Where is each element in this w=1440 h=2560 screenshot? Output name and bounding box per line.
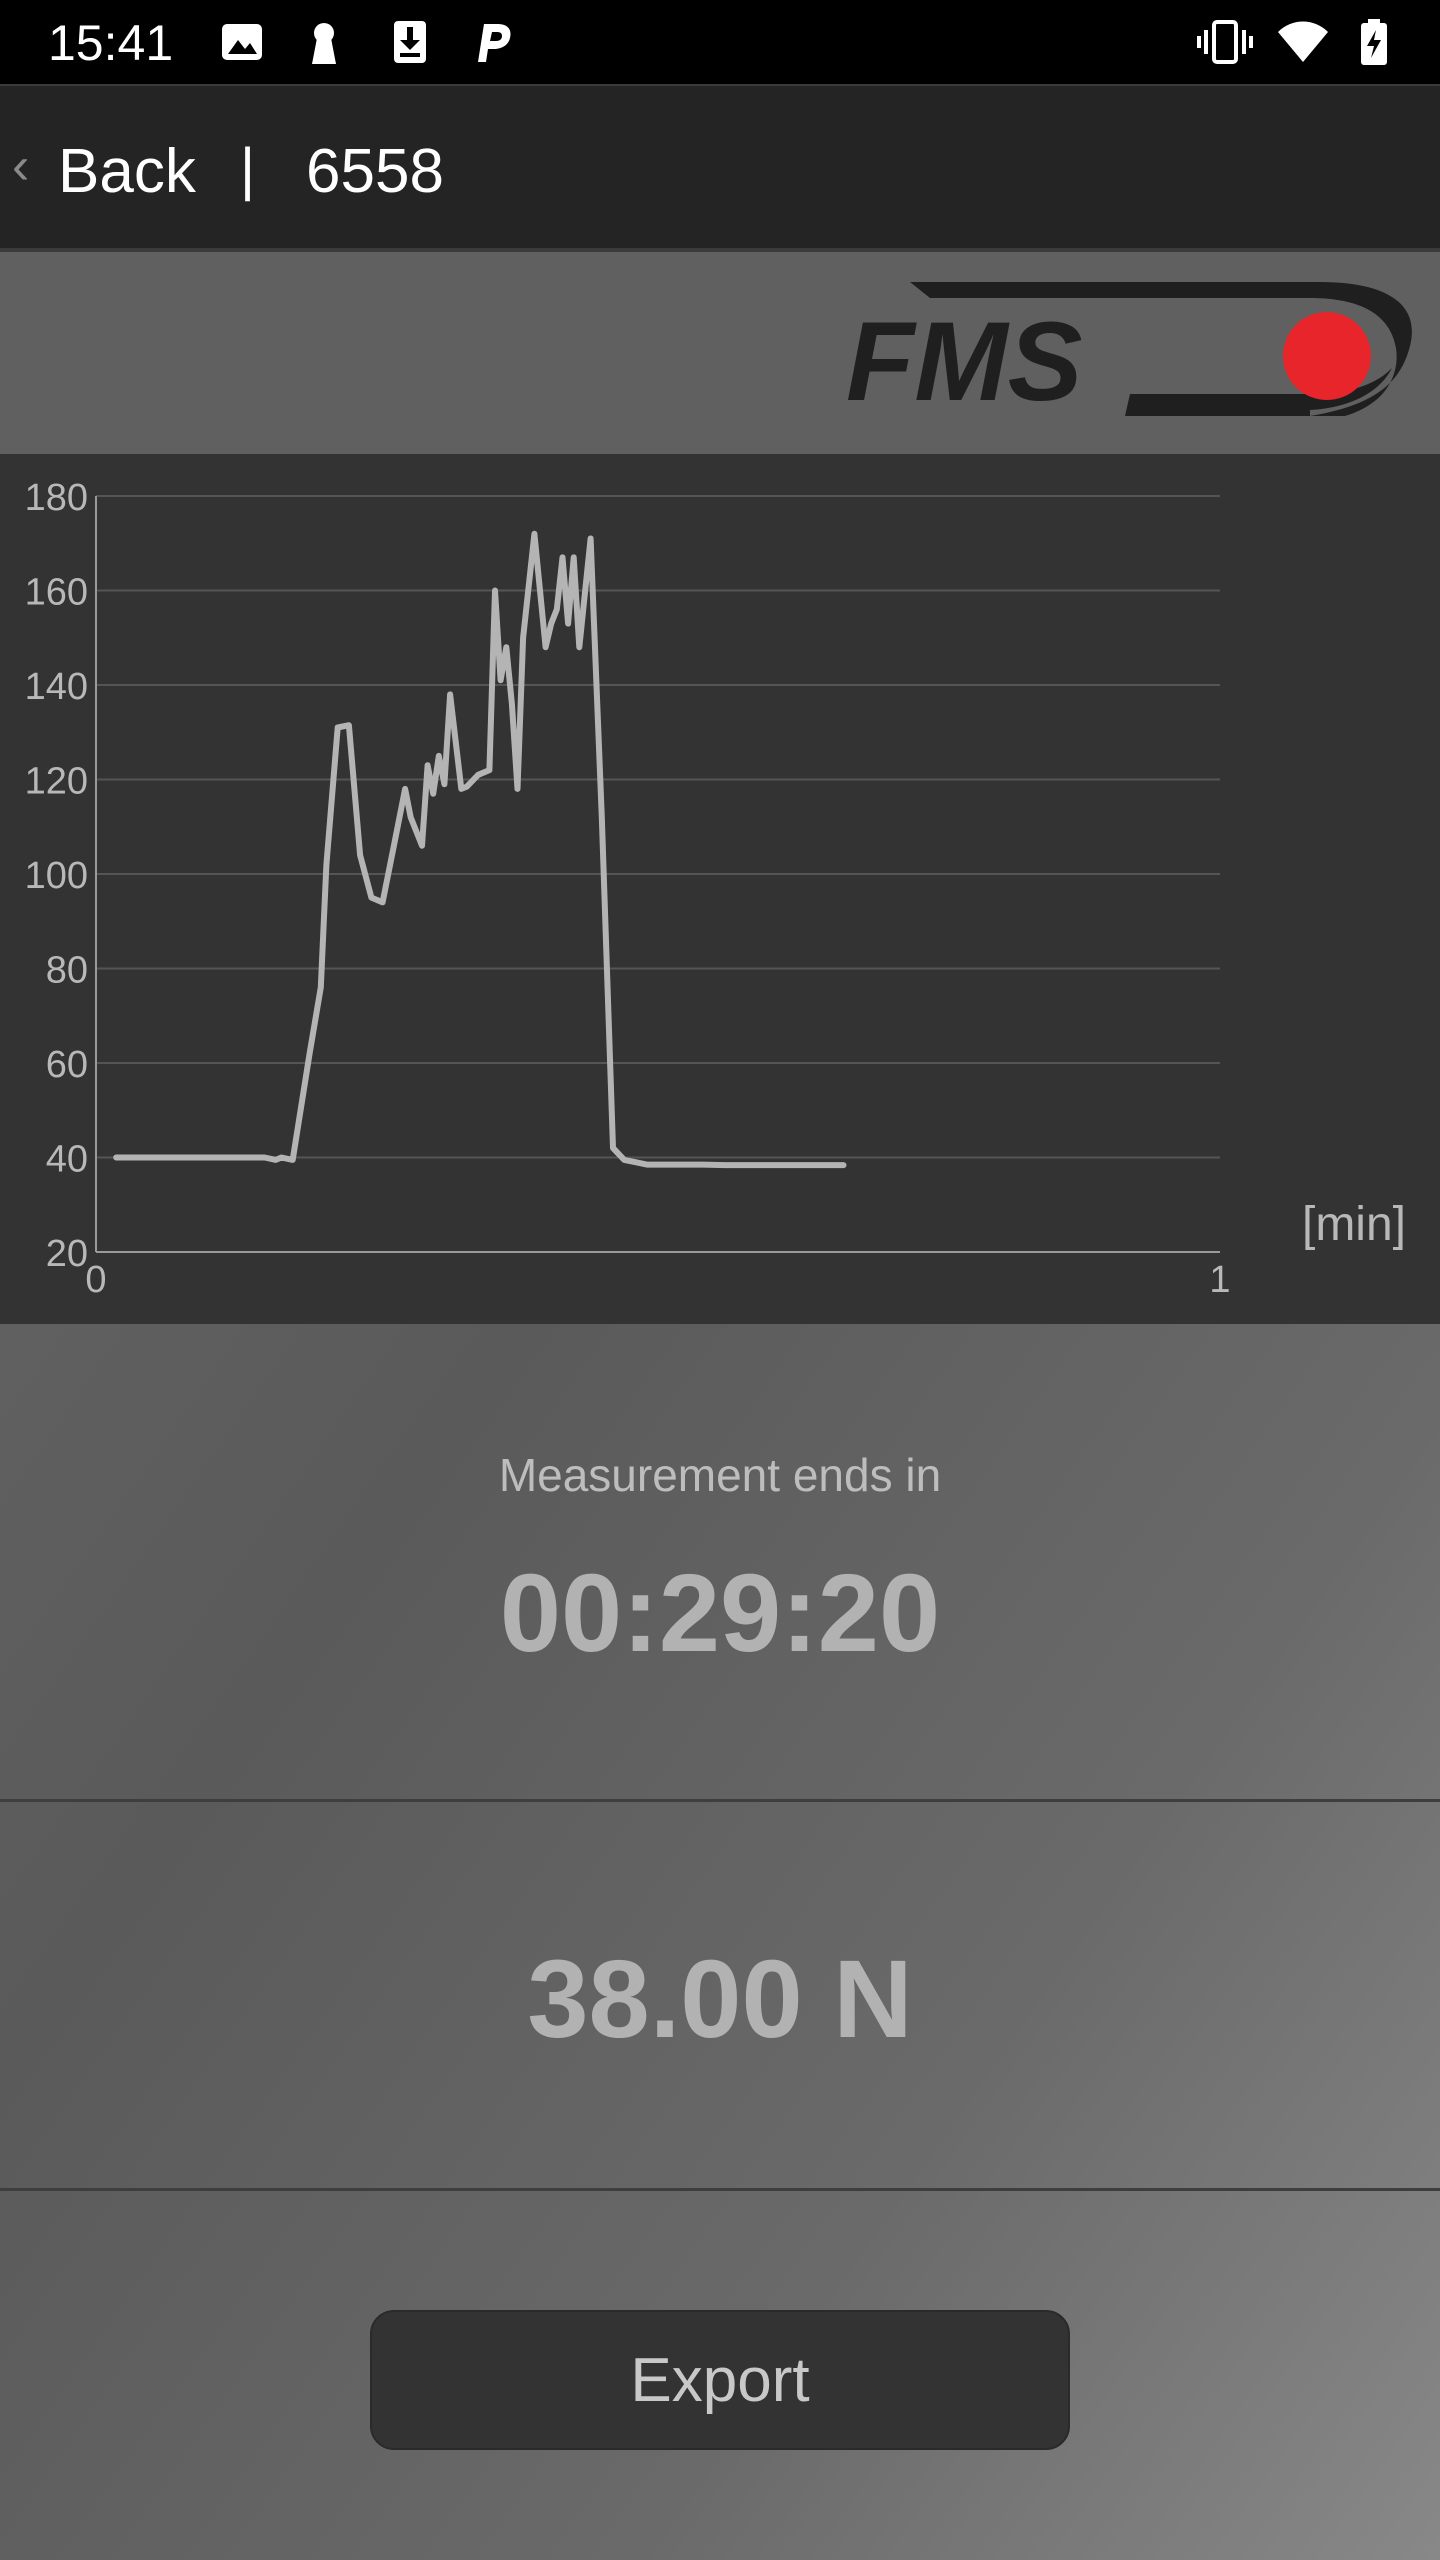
section-divider bbox=[0, 2188, 1440, 2191]
measurement-label: Measurement ends in bbox=[498, 1449, 942, 1501]
y-tick-label: 40 bbox=[46, 1139, 88, 1181]
logo-text: FMS bbox=[846, 299, 1082, 424]
x-tick-label: 0 bbox=[85, 1259, 106, 1301]
x-tick-label: 1 bbox=[1209, 1259, 1230, 1301]
image-icon bbox=[222, 24, 262, 60]
y-tick-label: 80 bbox=[46, 950, 88, 992]
keyhole-icon bbox=[312, 23, 336, 64]
battery-charging-icon bbox=[1361, 19, 1387, 65]
wifi-icon bbox=[1278, 21, 1328, 62]
x-axis-label: [min] bbox=[1302, 1198, 1406, 1251]
download-icon bbox=[394, 21, 426, 63]
vibrate-icon bbox=[1197, 20, 1253, 64]
back-button[interactable]: Back bbox=[58, 136, 196, 207]
force-reading: 38.00 N bbox=[527, 1938, 913, 2061]
force-chart: 180 160 140 120 100 80 60 40 20 0 1 [min] bbox=[0, 454, 1440, 1324]
y-tick-label: 140 bbox=[25, 666, 88, 708]
status-bar: 15:41 bbox=[0, 0, 1440, 84]
back-chevron-icon[interactable]: ‹ bbox=[12, 136, 29, 196]
logo-red-dot bbox=[1283, 312, 1371, 400]
y-tick-label: 120 bbox=[25, 761, 88, 803]
page-title: 6558 bbox=[306, 137, 444, 206]
y-tick-label: 100 bbox=[25, 855, 88, 897]
y-tick-label: 180 bbox=[25, 477, 88, 519]
fms-logo: FMS bbox=[846, 282, 1412, 424]
y-tick-label: 20 bbox=[46, 1233, 88, 1275]
section-divider bbox=[0, 1799, 1440, 1802]
y-tick-label: 60 bbox=[46, 1044, 88, 1086]
series-line bbox=[113, 530, 847, 1169]
y-tick-label: 160 bbox=[25, 572, 88, 614]
logo-band: FMS bbox=[0, 248, 1440, 458]
measurement-countdown: 00:29:20 bbox=[499, 1552, 941, 1675]
status-time: 15:41 bbox=[48, 15, 174, 71]
p-app-icon bbox=[478, 24, 511, 62]
nav-separator: | bbox=[240, 137, 256, 202]
chart-svg: 180 160 140 120 100 80 60 40 200 1 [min] bbox=[25, 477, 1406, 1301]
nav-bar: ‹ Back | 6558 bbox=[0, 84, 1440, 250]
export-button[interactable]: Export bbox=[370, 2310, 1070, 2450]
